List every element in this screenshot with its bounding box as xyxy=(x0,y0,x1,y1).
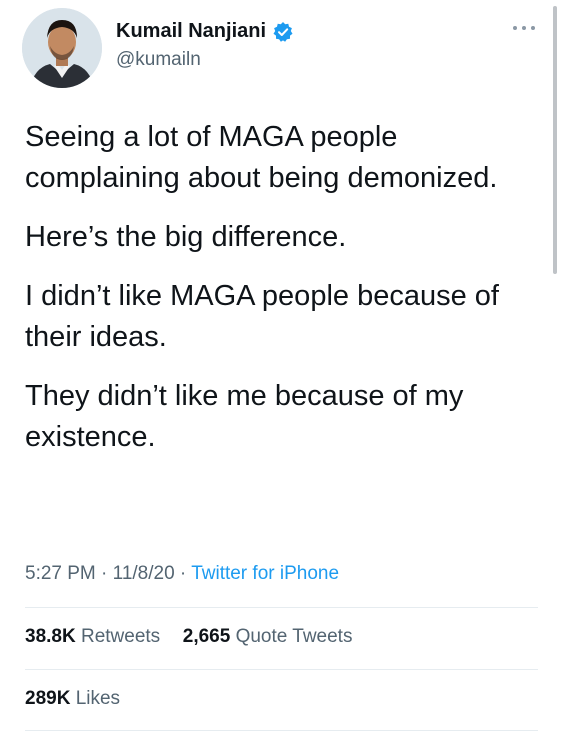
quote-tweets-stat[interactable]: 2,665 Quote Tweets xyxy=(183,626,353,647)
tweet-source-link[interactable]: Twitter for iPhone xyxy=(191,563,339,584)
avatar-image xyxy=(22,8,102,88)
tweet-date[interactable]: 11/8/20 xyxy=(113,563,175,584)
likes-label: Likes xyxy=(75,688,121,709)
user-name-row[interactable]: Kumail Nanjiani xyxy=(116,20,294,43)
tweet-paragraph: I didn’t like MAGA people because of the… xyxy=(25,280,499,353)
user-handle[interactable]: @kumailn xyxy=(116,49,201,71)
verified-badge-icon xyxy=(272,21,294,43)
divider xyxy=(25,669,538,670)
retweets-label: Retweets xyxy=(80,626,161,647)
tweet-paragraph: Here’s the big difference. xyxy=(25,221,347,253)
tweet-time[interactable]: 5:27 PM xyxy=(25,563,96,584)
likes-row: 289K Likes xyxy=(25,688,120,710)
retweets-stat[interactable]: 38.8K Retweets xyxy=(25,626,165,647)
engagement-row: 38.8K Retweets 2,665 Quote Tweets xyxy=(25,626,352,648)
divider xyxy=(25,607,538,608)
likes-stat[interactable]: 289K Likes xyxy=(25,688,120,709)
dot-icon xyxy=(513,26,517,30)
retweets-count: 38.8K xyxy=(25,626,76,647)
avatar[interactable] xyxy=(22,8,102,88)
meta-separator: · xyxy=(101,563,108,584)
dot-icon xyxy=(522,26,526,30)
tweet-paragraph: They didn’t like me because of my existe… xyxy=(25,380,464,453)
quote-tweets-count: 2,665 xyxy=(182,626,231,647)
likes-count: 289K xyxy=(25,688,71,709)
display-name[interactable]: Kumail Nanjiani xyxy=(116,20,266,43)
more-options-icon[interactable] xyxy=(513,24,535,32)
divider xyxy=(25,730,538,731)
meta-separator: · xyxy=(179,563,187,584)
quote-tweets-label: Quote Tweets xyxy=(235,626,353,647)
tweet-text: Seeing a lot of MAGA people complaining … xyxy=(25,117,545,476)
tweet-meta: 5:27 PM · 11/8/20 · Twitter for iPhone xyxy=(25,563,339,585)
dot-icon xyxy=(531,26,535,30)
scrollbar[interactable] xyxy=(553,6,557,274)
tweet-paragraph: Seeing a lot of MAGA people complaining … xyxy=(25,121,498,194)
